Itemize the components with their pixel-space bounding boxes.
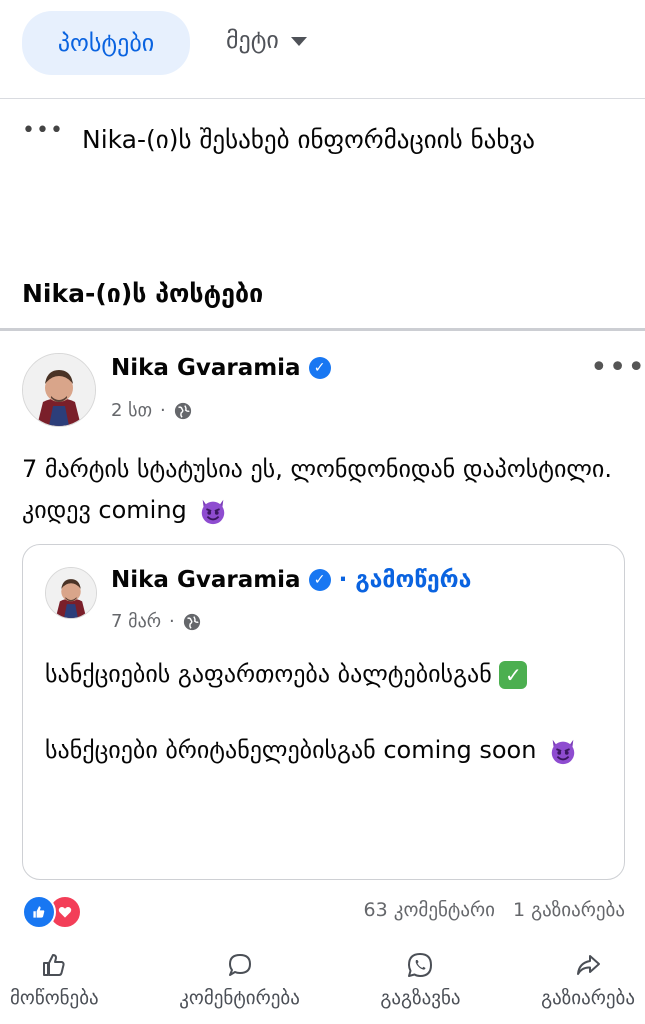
- send-label: გაგზავნა: [380, 987, 461, 1009]
- share-label: გაზიარება: [541, 987, 635, 1009]
- comments-count[interactable]: 63 კომენტარი: [364, 899, 495, 921]
- divider: [0, 328, 645, 331]
- meta-dot: ·: [160, 400, 166, 421]
- comment-button[interactable]: კომენტირება: [179, 945, 300, 1024]
- like-icon: [43, 954, 65, 976]
- avatar[interactable]: [45, 567, 97, 619]
- follow-separator: ·: [338, 567, 348, 593]
- chevron-down-icon: [290, 37, 307, 46]
- shared-time[interactable]: 7 მარ: [111, 611, 161, 632]
- post-actions: მოწონება კომენტირება გაგზავნა გაზიარება: [0, 945, 645, 1024]
- like-label: მოწონება: [10, 987, 99, 1009]
- verified-icon: ✓: [308, 569, 331, 591]
- globe-icon: [183, 613, 200, 630]
- tab-more-label: მეტი: [226, 26, 279, 54]
- shares-count[interactable]: 1 გაზიარება: [513, 899, 625, 921]
- send-button[interactable]: გაგზავნა: [380, 945, 461, 1024]
- post-author[interactable]: Nika Gvaramia ✓: [111, 355, 331, 381]
- shared-text: სანქციების გაფართოება ბალტებისგან ✓ სანქ…: [45, 655, 605, 769]
- shared-meta: 7 მარ ·: [111, 611, 201, 632]
- comment-icon: [228, 954, 251, 976]
- tab-more[interactable]: მეტი: [226, 26, 307, 54]
- whatsapp-icon: [408, 953, 433, 977]
- like-button[interactable]: მოწონება: [10, 945, 99, 1024]
- comment-label: კომენტირება: [179, 987, 300, 1009]
- share-button[interactable]: გაზიარება: [541, 945, 635, 1024]
- tab-posts[interactable]: პოსტები: [22, 11, 190, 75]
- shared-line-2-text: სანქციები ბრიტანელებისგან coming soon: [45, 736, 537, 764]
- shared-line-1: სანქციების გაფართოება ბალტებისგან ✓: [45, 655, 605, 693]
- avatar[interactable]: [22, 353, 96, 427]
- post-meta: 2 სთ ·: [111, 400, 192, 421]
- posts-section-title: Nika-(ი)ს პოსტები: [22, 279, 264, 308]
- profile-tabs: პოსტები მეტი: [0, 0, 645, 99]
- shared-author-name: Nika Gvaramia: [111, 567, 301, 593]
- about-info-label: Nika-(ი)ს შესახებ ინფორმაციის ნახვა: [82, 125, 535, 154]
- post-text: 7 მარტის სტატუსია ეს, ლონდონიდან დაპოსტი…: [22, 449, 632, 531]
- shared-post-card[interactable]: Nika Gvaramia ✓ · გამოწერა 7 მარ · სანქც…: [22, 544, 625, 880]
- devil-emoji: [551, 739, 575, 765]
- reactions-summary[interactable]: [22, 895, 82, 929]
- verified-icon: ✓: [308, 357, 331, 379]
- devil-emoji: [202, 499, 225, 525]
- post-text-body: 7 მარტის სტატუსია ეს, ლონდონიდან დაპოსტი…: [22, 455, 612, 524]
- post-author-name: Nika Gvaramia: [111, 355, 301, 381]
- shared-author[interactable]: Nika Gvaramia ✓ · გამოწერა: [111, 567, 471, 593]
- post-more-icon[interactable]: •••: [590, 350, 645, 385]
- shared-line-1-text: სანქციების გაფართოება ბალტებისგან: [45, 660, 492, 688]
- share-icon: [577, 955, 601, 975]
- like-reaction-icon: [22, 895, 56, 929]
- globe-icon: [174, 402, 191, 419]
- shared-line-2: სანქციები ბრიტანელებისგან coming soon: [45, 731, 605, 769]
- follow-button[interactable]: გამოწერა: [355, 567, 471, 593]
- more-icon: •••: [22, 118, 64, 143]
- post-time[interactable]: 2 სთ: [111, 400, 152, 421]
- meta-dot: ·: [169, 611, 175, 632]
- check-emoji: ✓: [499, 661, 528, 689]
- post-stats: 63 კომენტარი 1 გაზიარება: [364, 899, 625, 921]
